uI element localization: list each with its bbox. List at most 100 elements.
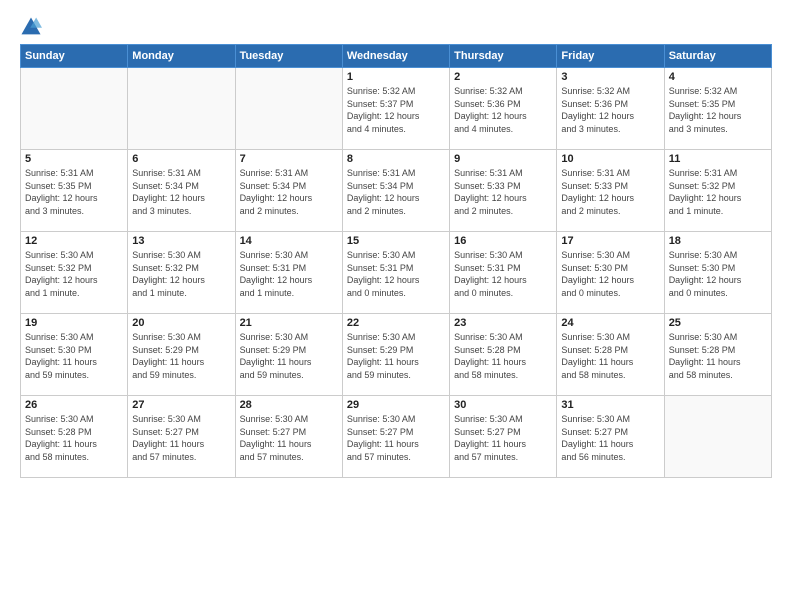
- day-info: Sunrise: 5:30 AM Sunset: 5:27 PM Dayligh…: [454, 413, 552, 463]
- calendar-cell: 16 Sunrise: 5:30 AM Sunset: 5:31 PM Dayli…: [450, 232, 557, 314]
- day-number: 22: [347, 317, 445, 329]
- day-info: Sunrise: 5:30 AM Sunset: 5:27 PM Dayligh…: [240, 413, 338, 463]
- calendar-cell: 5Sunrise: 5:31 AM Sunset: 5:35 PM Daylig…: [21, 150, 128, 232]
- day-info: Sunrise: 5:31 AM Sunset: 5:32 PM Dayligh…: [669, 167, 767, 217]
- day-info: Sunrise: 5:30 AM Sunset: 5:27 PM Dayligh…: [561, 413, 659, 463]
- calendar-table: SundayMondayTuesdayWednesdayThursdayFrid…: [20, 44, 772, 478]
- weekday-saturday: Saturday: [664, 45, 771, 68]
- calendar-row-1: 5Sunrise: 5:31 AM Sunset: 5:35 PM Daylig…: [21, 150, 772, 232]
- calendar-cell: 21 Sunrise: 5:30 AM Sunset: 5:29 PM Dayli…: [235, 314, 342, 396]
- calendar-cell: 8 Sunrise: 5:31 AM Sunset: 5:34 PM Daylig…: [342, 150, 449, 232]
- day-info: Sunrise: 5:31 AM Sunset: 5:33 PM Dayligh…: [454, 167, 552, 217]
- calendar-row-0: 1 Sunrise: 5:32 AM Sunset: 5:37 PM Daylig…: [21, 68, 772, 150]
- day-number: 29: [347, 399, 445, 411]
- calendar-cell: 3 Sunrise: 5:32 AM Sunset: 5:36 PM Daylig…: [557, 68, 664, 150]
- day-number: 30: [454, 399, 552, 411]
- weekday-friday: Friday: [557, 45, 664, 68]
- calendar-cell: 13Sunrise: 5:30 AM Sunset: 5:32 PM Dayli…: [128, 232, 235, 314]
- calendar-row-4: 26 Sunrise: 5:30 AM Sunset: 5:28 PM Dayli…: [21, 396, 772, 478]
- day-info: Sunrise: 5:30 AM Sunset: 5:29 PM Dayligh…: [132, 331, 230, 381]
- day-number: 20: [132, 317, 230, 329]
- weekday-sunday: Sunday: [21, 45, 128, 68]
- day-info: Sunrise: 5:30 AM Sunset: 5:31 PM Dayligh…: [347, 249, 445, 299]
- day-number: 16: [454, 235, 552, 247]
- calendar-cell: 15 Sunrise: 5:30 AM Sunset: 5:31 PM Dayli…: [342, 232, 449, 314]
- day-info: Sunrise: 5:30 AM Sunset: 5:29 PM Dayligh…: [240, 331, 338, 381]
- day-info: Sunrise: 5:30 AM Sunset: 5:30 PM Dayligh…: [25, 331, 123, 381]
- day-info: Sunrise: 5:31 AM Sunset: 5:35 PM Dayligh…: [25, 167, 123, 217]
- day-info: Sunrise: 5:30 AM Sunset: 5:28 PM Dayligh…: [25, 413, 123, 463]
- weekday-header-row: SundayMondayTuesdayWednesdayThursdayFrid…: [21, 45, 772, 68]
- header: [20, 16, 772, 38]
- page: SundayMondayTuesdayWednesdayThursdayFrid…: [0, 0, 792, 612]
- day-info: Sunrise: 5:31 AM Sunset: 5:33 PM Dayligh…: [561, 167, 659, 217]
- day-info: Sunrise: 5:31 AM Sunset: 5:34 PM Dayligh…: [132, 167, 230, 217]
- calendar-cell: 4 Sunrise: 5:32 AM Sunset: 5:35 PM Daylig…: [664, 68, 771, 150]
- calendar-cell: 31 Sunrise: 5:30 AM Sunset: 5:27 PM Dayli…: [557, 396, 664, 478]
- calendar-cell: 22 Sunrise: 5:30 AM Sunset: 5:29 PM Dayli…: [342, 314, 449, 396]
- calendar-cell: [664, 396, 771, 478]
- weekday-thursday: Thursday: [450, 45, 557, 68]
- day-info: Sunrise: 5:32 AM Sunset: 5:37 PM Dayligh…: [347, 85, 445, 135]
- day-number: 13: [132, 235, 230, 247]
- day-number: 15: [347, 235, 445, 247]
- logo: [20, 16, 46, 38]
- day-info: Sunrise: 5:31 AM Sunset: 5:34 PM Dayligh…: [240, 167, 338, 217]
- calendar-cell: [21, 68, 128, 150]
- day-number: 2: [454, 71, 552, 83]
- day-info: Sunrise: 5:32 AM Sunset: 5:35 PM Dayligh…: [669, 85, 767, 135]
- weekday-monday: Monday: [128, 45, 235, 68]
- calendar-cell: 6 Sunrise: 5:31 AM Sunset: 5:34 PM Daylig…: [128, 150, 235, 232]
- calendar-cell: 27 Sunrise: 5:30 AM Sunset: 5:27 PM Dayli…: [128, 396, 235, 478]
- day-info: Sunrise: 5:32 AM Sunset: 5:36 PM Dayligh…: [561, 85, 659, 135]
- day-number: 12: [25, 235, 123, 247]
- day-number: 24: [561, 317, 659, 329]
- day-info: Sunrise: 5:30 AM Sunset: 5:31 PM Dayligh…: [240, 249, 338, 299]
- day-info: Sunrise: 5:30 AM Sunset: 5:27 PM Dayligh…: [132, 413, 230, 463]
- calendar-cell: 11Sunrise: 5:31 AM Sunset: 5:32 PM Dayli…: [664, 150, 771, 232]
- day-number: 26: [25, 399, 123, 411]
- logo-icon: [20, 16, 42, 38]
- day-number: 6: [132, 153, 230, 165]
- day-number: 10: [561, 153, 659, 165]
- calendar-cell: 29 Sunrise: 5:30 AM Sunset: 5:27 PM Dayli…: [342, 396, 449, 478]
- calendar-cell: 30 Sunrise: 5:30 AM Sunset: 5:27 PM Dayli…: [450, 396, 557, 478]
- day-info: Sunrise: 5:30 AM Sunset: 5:31 PM Dayligh…: [454, 249, 552, 299]
- calendar-cell: 17Sunrise: 5:30 AM Sunset: 5:30 PM Dayli…: [557, 232, 664, 314]
- day-info: Sunrise: 5:30 AM Sunset: 5:27 PM Dayligh…: [347, 413, 445, 463]
- day-number: 28: [240, 399, 338, 411]
- day-number: 8: [347, 153, 445, 165]
- calendar-cell: 28 Sunrise: 5:30 AM Sunset: 5:27 PM Dayli…: [235, 396, 342, 478]
- calendar-cell: 20 Sunrise: 5:30 AM Sunset: 5:29 PM Dayli…: [128, 314, 235, 396]
- day-number: 18: [669, 235, 767, 247]
- calendar-cell: 9 Sunrise: 5:31 AM Sunset: 5:33 PM Daylig…: [450, 150, 557, 232]
- calendar-cell: 2 Sunrise: 5:32 AM Sunset: 5:36 PM Daylig…: [450, 68, 557, 150]
- day-number: 21: [240, 317, 338, 329]
- day-info: Sunrise: 5:30 AM Sunset: 5:28 PM Dayligh…: [669, 331, 767, 381]
- calendar-cell: 23Sunrise: 5:30 AM Sunset: 5:28 PM Dayli…: [450, 314, 557, 396]
- day-number: 27: [132, 399, 230, 411]
- day-number: 4: [669, 71, 767, 83]
- day-info: Sunrise: 5:30 AM Sunset: 5:29 PM Dayligh…: [347, 331, 445, 381]
- calendar-cell: 25 Sunrise: 5:30 AM Sunset: 5:28 PM Dayli…: [664, 314, 771, 396]
- weekday-wednesday: Wednesday: [342, 45, 449, 68]
- day-number: 1: [347, 71, 445, 83]
- calendar-cell: 18 Sunrise: 5:30 AM Sunset: 5:30 PM Dayli…: [664, 232, 771, 314]
- day-number: 3: [561, 71, 659, 83]
- day-info: Sunrise: 5:30 AM Sunset: 5:30 PM Dayligh…: [561, 249, 659, 299]
- day-number: 7: [240, 153, 338, 165]
- calendar-cell: 24Sunrise: 5:30 AM Sunset: 5:28 PM Dayli…: [557, 314, 664, 396]
- calendar-cell: 26 Sunrise: 5:30 AM Sunset: 5:28 PM Dayli…: [21, 396, 128, 478]
- calendar-cell: 10 Sunrise: 5:31 AM Sunset: 5:33 PM Dayli…: [557, 150, 664, 232]
- calendar-cell: [235, 68, 342, 150]
- day-info: Sunrise: 5:30 AM Sunset: 5:30 PM Dayligh…: [669, 249, 767, 299]
- day-number: 19: [25, 317, 123, 329]
- day-info: Sunrise: 5:32 AM Sunset: 5:36 PM Dayligh…: [454, 85, 552, 135]
- day-number: 25: [669, 317, 767, 329]
- day-info: Sunrise: 5:31 AM Sunset: 5:34 PM Dayligh…: [347, 167, 445, 217]
- day-info: Sunrise: 5:30 AM Sunset: 5:32 PM Dayligh…: [25, 249, 123, 299]
- day-number: 31: [561, 399, 659, 411]
- day-number: 9: [454, 153, 552, 165]
- weekday-tuesday: Tuesday: [235, 45, 342, 68]
- day-info: Sunrise: 5:30 AM Sunset: 5:28 PM Dayligh…: [454, 331, 552, 381]
